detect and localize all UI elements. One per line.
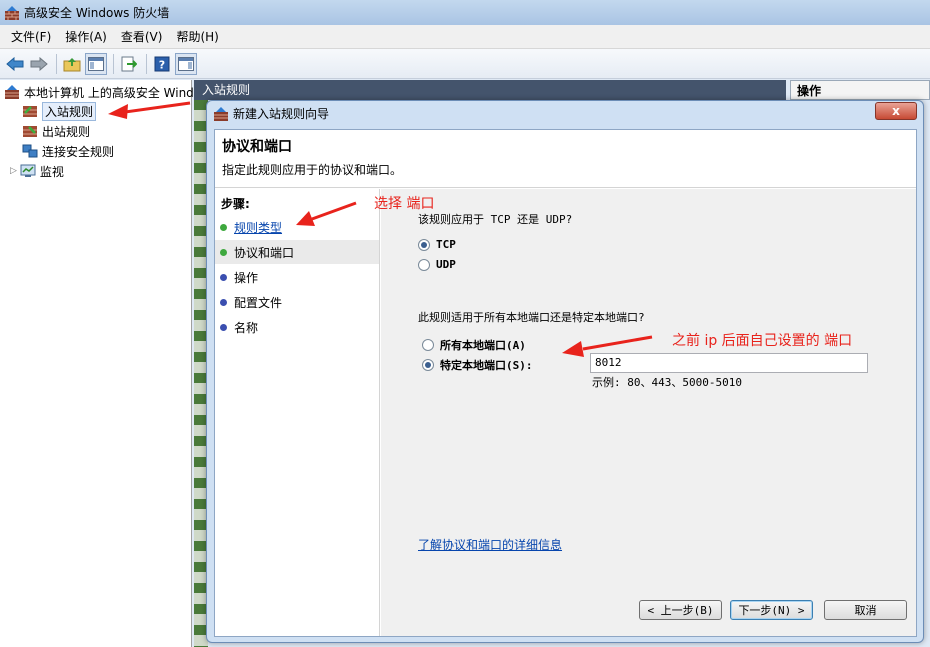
annotation-arrows bbox=[108, 101, 653, 357]
annotation-arrow-inbound bbox=[124, 101, 191, 114]
annotation-arrow-ports bbox=[582, 335, 653, 351]
annotation-arrow-rule-type bbox=[311, 201, 357, 221]
annotation-arrow-ports-head bbox=[562, 341, 584, 357]
annotation-arrow-inbound-head bbox=[108, 104, 128, 119]
